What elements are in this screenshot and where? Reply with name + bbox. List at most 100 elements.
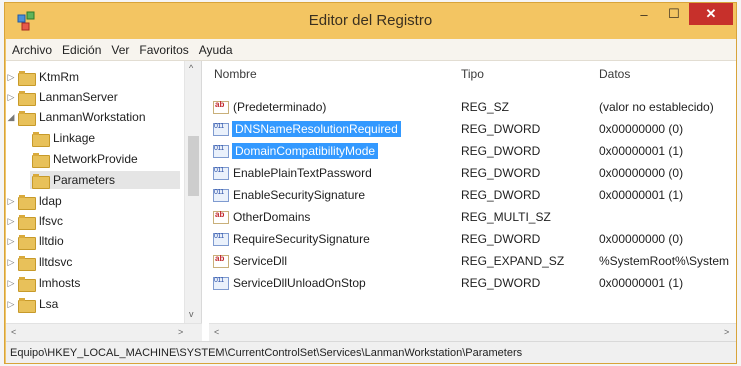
table-row-selected[interactable]: DNSNameResolutionRequired REG_DWORD 0x00… bbox=[209, 118, 736, 140]
folder-icon bbox=[18, 255, 36, 271]
scroll-up-icon[interactable]: ^ bbox=[189, 63, 193, 73]
column-header-name[interactable]: Nombre bbox=[214, 61, 257, 87]
tree-item[interactable]: ▷ Lsa bbox=[6, 295, 58, 313]
tree-vertical-scrollbar[interactable]: ^ v bbox=[184, 61, 201, 323]
value-name: ServiceDllUnloadOnStop bbox=[233, 276, 366, 290]
value-name: (Predeterminado) bbox=[233, 100, 327, 114]
value-name: ServiceDll bbox=[233, 254, 288, 268]
title-bar[interactable]: Editor del Registro – ☐ ✕ bbox=[5, 3, 736, 39]
registry-editor-window: Editor del Registro – ☐ ✕ Archivo Edició… bbox=[4, 2, 737, 364]
value-name: RequireSecuritySignature bbox=[233, 232, 370, 246]
value-type: REG_DWORD bbox=[461, 144, 541, 158]
tree-item[interactable]: ▷ KtmRm bbox=[6, 68, 79, 86]
menu-archivo[interactable]: Archivo bbox=[12, 43, 52, 57]
binary-value-icon bbox=[213, 188, 229, 202]
tree-item[interactable]: Linkage bbox=[30, 129, 95, 147]
column-header-type[interactable]: Tipo bbox=[461, 61, 484, 87]
value-name: EnablePlainTextPassword bbox=[233, 166, 372, 180]
value-type: REG_EXPAND_SZ bbox=[461, 254, 565, 268]
value-data: 0x00000001 (1) bbox=[599, 276, 684, 290]
binary-value-icon bbox=[213, 144, 229, 158]
value-name: DNSNameResolutionRequired bbox=[232, 121, 401, 137]
minimize-button[interactable]: – bbox=[629, 3, 659, 25]
table-row[interactable]: EnableSecuritySignature REG_DWORD 0x0000… bbox=[209, 184, 736, 206]
folder-open-icon bbox=[18, 110, 36, 126]
value-type: REG_DWORD bbox=[461, 166, 541, 180]
value-data: 0x00000001 (1) bbox=[599, 144, 684, 158]
table-row[interactable]: ServiceDll REG_EXPAND_SZ %SystemRoot%\Sy… bbox=[209, 250, 736, 272]
table-row[interactable]: (Predeterminado) REG_SZ (valor no establ… bbox=[209, 96, 736, 118]
menu-ayuda[interactable]: Ayuda bbox=[199, 43, 233, 57]
table-row[interactable]: EnablePlainTextPassword REG_DWORD 0x0000… bbox=[209, 162, 736, 184]
tree-item-label: lltdsvc bbox=[39, 255, 73, 269]
value-data: 0x00000000 (0) bbox=[599, 122, 684, 136]
folder-icon bbox=[18, 70, 36, 86]
folder-icon bbox=[32, 173, 50, 189]
tree-item-label: Lsa bbox=[39, 297, 59, 311]
tree-item-label: ldap bbox=[39, 194, 62, 208]
tree-item-label: Parameters bbox=[53, 173, 116, 187]
value-type: REG_SZ bbox=[461, 100, 510, 114]
collapse-icon[interactable]: ◢ bbox=[6, 112, 16, 123]
binary-value-icon bbox=[213, 166, 229, 180]
folder-icon bbox=[32, 152, 50, 168]
value-type: REG_DWORD bbox=[461, 276, 541, 290]
tree-item[interactable]: ▷ ldap bbox=[6, 192, 62, 210]
main-content: ▷ KtmRm ▷ LanmanServer ◢ LanmanWorkstation … bbox=[6, 61, 736, 341]
tree-item[interactable]: ▷ lfsvc bbox=[6, 212, 63, 230]
table-row[interactable]: OtherDomains REG_MULTI_SZ bbox=[209, 206, 736, 228]
tree-item-label: lltdio bbox=[39, 234, 64, 248]
expand-icon[interactable]: ▷ bbox=[6, 72, 16, 83]
expand-icon[interactable]: ▷ bbox=[6, 299, 16, 310]
menu-ver[interactable]: Ver bbox=[111, 43, 129, 57]
folder-icon bbox=[18, 234, 36, 250]
scroll-thumb[interactable] bbox=[188, 136, 199, 196]
scroll-left-icon[interactable]: < bbox=[11, 327, 16, 337]
table-row-selected[interactable]: DomainCompatibilityMode REG_DWORD 0x0000… bbox=[209, 140, 736, 162]
scroll-right-icon[interactable]: > bbox=[178, 327, 183, 337]
tree-item[interactable]: NetworkProvide bbox=[30, 150, 138, 168]
scroll-right-icon[interactable]: > bbox=[724, 327, 729, 337]
expand-icon[interactable]: ▷ bbox=[6, 278, 16, 289]
window-title: Editor del Registro bbox=[308, 12, 433, 29]
expand-icon[interactable]: ▷ bbox=[6, 92, 16, 103]
value-name: OtherDomains bbox=[233, 210, 311, 224]
menu-edicion[interactable]: Edición bbox=[62, 43, 101, 57]
tree-item-label: NetworkProvide bbox=[53, 152, 138, 166]
value-data: 0x00000001 (1) bbox=[599, 188, 684, 202]
maximize-button[interactable]: ☐ bbox=[659, 3, 689, 25]
tree-item[interactable]: ◢ LanmanWorkstation bbox=[6, 108, 146, 126]
scroll-left-icon[interactable]: < bbox=[214, 327, 219, 337]
tree-item[interactable]: ▷ lmhosts bbox=[6, 274, 80, 292]
close-button[interactable]: ✕ bbox=[689, 3, 733, 25]
binary-value-icon bbox=[213, 276, 229, 290]
value-type: REG_DWORD bbox=[461, 188, 541, 202]
binary-value-icon bbox=[213, 232, 229, 246]
list-horizontal-scrollbar[interactable]: < > bbox=[209, 323, 736, 341]
value-type: REG_DWORD bbox=[461, 232, 541, 246]
value-data: (valor no establecido) bbox=[599, 100, 714, 114]
folder-icon bbox=[18, 297, 36, 313]
expand-icon[interactable]: ▷ bbox=[6, 196, 16, 207]
tree-item[interactable]: ▷ lltdio bbox=[6, 232, 64, 250]
tree-item-label: KtmRm bbox=[39, 70, 79, 84]
value-type: REG_DWORD bbox=[461, 122, 541, 136]
tree-item-label: LanmanWorkstation bbox=[39, 110, 146, 124]
tree-item-label: lfsvc bbox=[39, 214, 63, 228]
table-row[interactable]: ServiceDllUnloadOnStop REG_DWORD 0x00000… bbox=[209, 272, 736, 294]
folder-icon bbox=[18, 276, 36, 292]
tree-horizontal-scrollbar[interactable]: < > bbox=[6, 323, 202, 341]
menu-bar: Archivo Edición Ver Favoritos Ayuda bbox=[6, 39, 736, 61]
column-header-data[interactable]: Datos bbox=[599, 61, 630, 87]
tree-item-selected[interactable]: Parameters bbox=[30, 171, 180, 189]
value-data: 0x00000000 (0) bbox=[599, 232, 684, 246]
expand-icon[interactable]: ▷ bbox=[6, 257, 16, 268]
tree-item[interactable]: ▷ LanmanServer bbox=[6, 88, 118, 106]
menu-favoritos[interactable]: Favoritos bbox=[139, 43, 188, 57]
folder-icon bbox=[18, 90, 36, 106]
tree-item[interactable]: ▷ lltdsvc bbox=[6, 253, 72, 271]
scroll-down-icon[interactable]: v bbox=[189, 309, 194, 319]
expand-icon[interactable]: ▷ bbox=[6, 236, 16, 247]
table-row[interactable]: RequireSecuritySignature REG_DWORD 0x000… bbox=[209, 228, 736, 250]
expand-icon[interactable]: ▷ bbox=[6, 216, 16, 227]
